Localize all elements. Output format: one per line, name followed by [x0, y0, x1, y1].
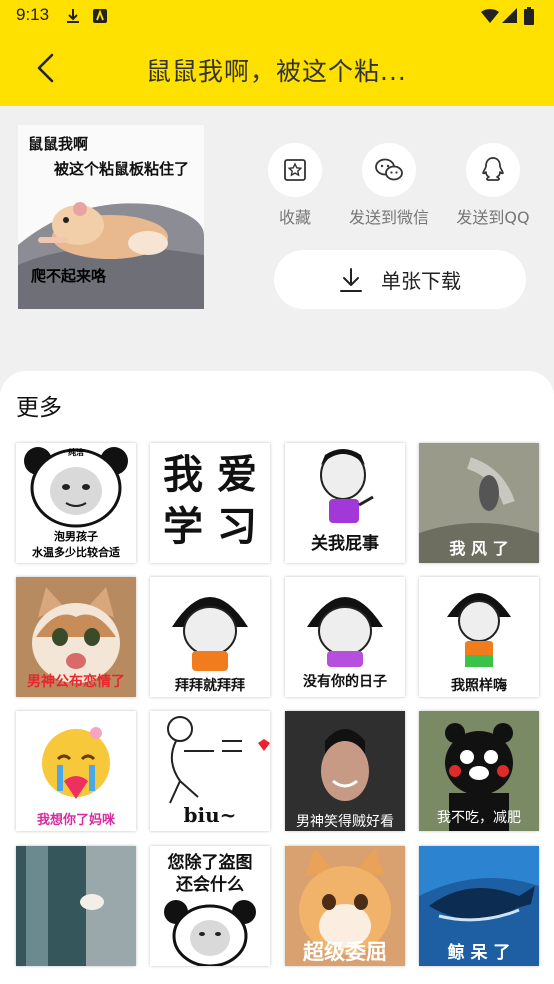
- meme-tile[interactable]: 超级委屈: [285, 846, 405, 966]
- tile-caption: 男神公布恋情了: [27, 674, 125, 690]
- meme-tile[interactable]: 拜拜就拜拜: [150, 577, 270, 697]
- download-label: 单张下载: [381, 269, 461, 293]
- tile-top-text: 纯洁: [68, 448, 84, 457]
- download-icon: [340, 267, 362, 292]
- qq-icon: [482, 157, 504, 181]
- tile-caption: 没有你的日子: [303, 674, 387, 690]
- meme-tile[interactable]: 关我屁事: [285, 443, 405, 563]
- tile-caption: 您除了盗图 还会什么: [167, 853, 253, 895]
- tile-caption: 我不吃，减肥: [437, 810, 521, 826]
- battery-icon: [524, 7, 534, 25]
- meme-tile[interactable]: [16, 846, 136, 966]
- meme-tile[interactable]: 您除了盗图 还会什么: [150, 846, 270, 966]
- app-bar: 鼠鼠我啊，被这个粘...: [0, 32, 554, 106]
- back-button[interactable]: [28, 50, 64, 86]
- tile-caption: 鲸 呆 了: [447, 943, 511, 963]
- meme-preview-image[interactable]: 鼠鼠我啊 被这个粘鼠板粘住了 爬不起来咯: [18, 125, 204, 309]
- tile-caption: 我 爱 学 习: [163, 452, 257, 550]
- tile-caption: 我想你了妈咪: [36, 813, 115, 828]
- meme-tile[interactable]: 我不吃，减肥: [419, 711, 539, 831]
- meme-tile[interactable]: 我 爱 学 习: [150, 443, 270, 563]
- wechat-icon: [375, 158, 403, 181]
- meme-tile[interactable]: 男神公布恋情了: [16, 577, 136, 697]
- tile-caption: 我 风 了: [449, 539, 509, 558]
- preview-line3: 爬不起来咯: [31, 267, 107, 285]
- wifi-icon: [481, 9, 499, 23]
- meme-tile[interactable]: 纯洁 泡男孩子 水温多少比较合适: [16, 443, 136, 563]
- cat-paw-door-picture: [16, 846, 136, 966]
- meme-tile[interactable]: biu~: [150, 711, 270, 831]
- chevron-left-icon: [37, 53, 54, 83]
- meme-tile[interactable]: 没有你的日子: [285, 577, 405, 697]
- meme-tile[interactable]: 我照样嗨: [419, 577, 539, 697]
- single-download-button[interactable]: 单张下载: [274, 250, 526, 309]
- preview-line2: 被这个粘鼠板粘住了: [54, 160, 190, 178]
- tile-caption: 我照样嗨: [451, 678, 507, 694]
- tile-caption: biu~: [183, 803, 237, 827]
- meme-tile[interactable]: 我想你了妈咪: [16, 711, 136, 831]
- qq-label: 发送到QQ: [456, 208, 530, 227]
- tile-caption: 泡男孩子 水温多少比较合适: [32, 530, 120, 559]
- tile-caption: 关我屁事: [311, 534, 379, 554]
- send-qq-button[interactable]: 发送到QQ: [438, 143, 548, 228]
- preview-line1: 鼠鼠我啊: [28, 135, 89, 153]
- more-panel: 更多 纯洁 泡男孩子 水温多少比较合适 我 爱 学 习 关我屁事 我 风 了 男…: [0, 371, 554, 984]
- star-bookmark-icon: [284, 159, 306, 181]
- wechat-label: 发送到微信: [348, 208, 429, 227]
- detail-section: 鼠鼠我啊 被这个粘鼠板粘住了 爬不起来咯 收藏 发送到微信 发送到QQ 单张下载: [0, 106, 554, 390]
- download-icon: [67, 9, 79, 23]
- meme-tile[interactable]: 我 风 了: [419, 443, 539, 563]
- signal-icon: [502, 8, 517, 23]
- meme-tile[interactable]: 男神笑得贼好看: [285, 711, 405, 831]
- send-wechat-button[interactable]: 发送到微信: [334, 143, 444, 228]
- app-notification-icon: [93, 9, 107, 23]
- qq-circle: [466, 143, 520, 197]
- meme-tile[interactable]: 鲸 呆 了: [419, 846, 539, 966]
- tile-caption: 男神笑得贼好看: [296, 814, 394, 830]
- tile-caption: 超级委屈: [303, 940, 387, 964]
- page-title: 鼠鼠我啊，被这个粘...: [146, 57, 407, 86]
- favorite-circle: [268, 143, 322, 197]
- more-title: 更多: [16, 395, 62, 421]
- wechat-circle: [362, 143, 416, 197]
- status-bar: 9:13: [0, 0, 554, 32]
- tile-caption: 拜拜就拜拜: [175, 678, 245, 694]
- status-time: 9:13: [16, 5, 50, 24]
